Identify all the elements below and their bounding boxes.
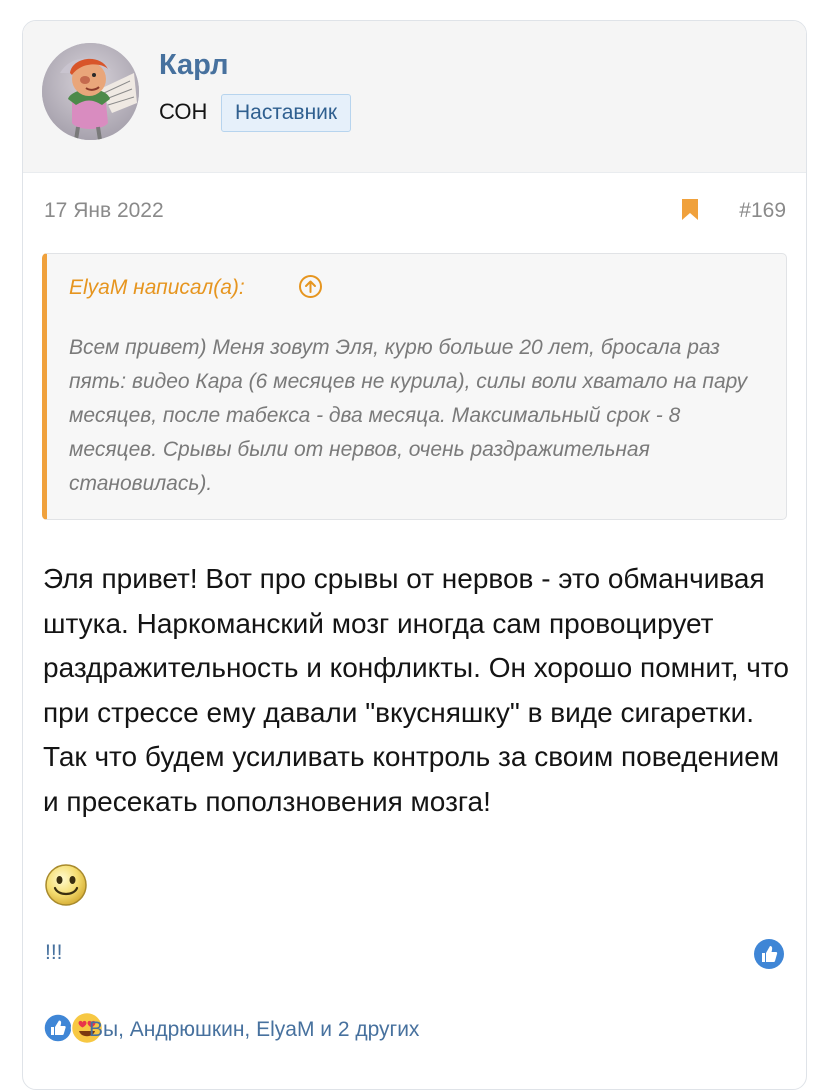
avatar[interactable] <box>42 43 139 140</box>
post-user-header: Карл СОН Наставник <box>23 21 806 173</box>
post-number-link[interactable]: #169 <box>739 199 786 223</box>
post-card: Карл СОН Наставник 17 Янв 2022 #169 Elya… <box>22 20 807 1090</box>
smile-icon <box>45 864 87 906</box>
username-link[interactable]: Карл <box>159 49 229 82</box>
arrow-up-circle-icon[interactable] <box>298 274 323 299</box>
message-body: Эля привет! Вот про срывы от нервов - эт… <box>43 563 789 817</box>
quote-text: Всем привет) Меня зовут Эля, курю больше… <box>69 336 748 495</box>
like-icon <box>43 1013 73 1043</box>
bookmark-icon[interactable] <box>681 198 699 221</box>
post-date[interactable]: 17 Янв 2022 <box>44 199 164 223</box>
reactions-list-link[interactable]: Вы, Андрюшкин, ElyaM и 2 других <box>89 1018 419 1042</box>
user-title: СОН <box>159 99 208 124</box>
quote-block: ElyaM написал(а): Всем привет) Меня зову… <box>42 253 787 520</box>
like-icon[interactable] <box>753 938 785 970</box>
role-badge: Наставник <box>221 94 352 132</box>
quote-author[interactable]: ElyaM написал(а): <box>69 276 245 300</box>
signature: !!! <box>45 941 63 964</box>
